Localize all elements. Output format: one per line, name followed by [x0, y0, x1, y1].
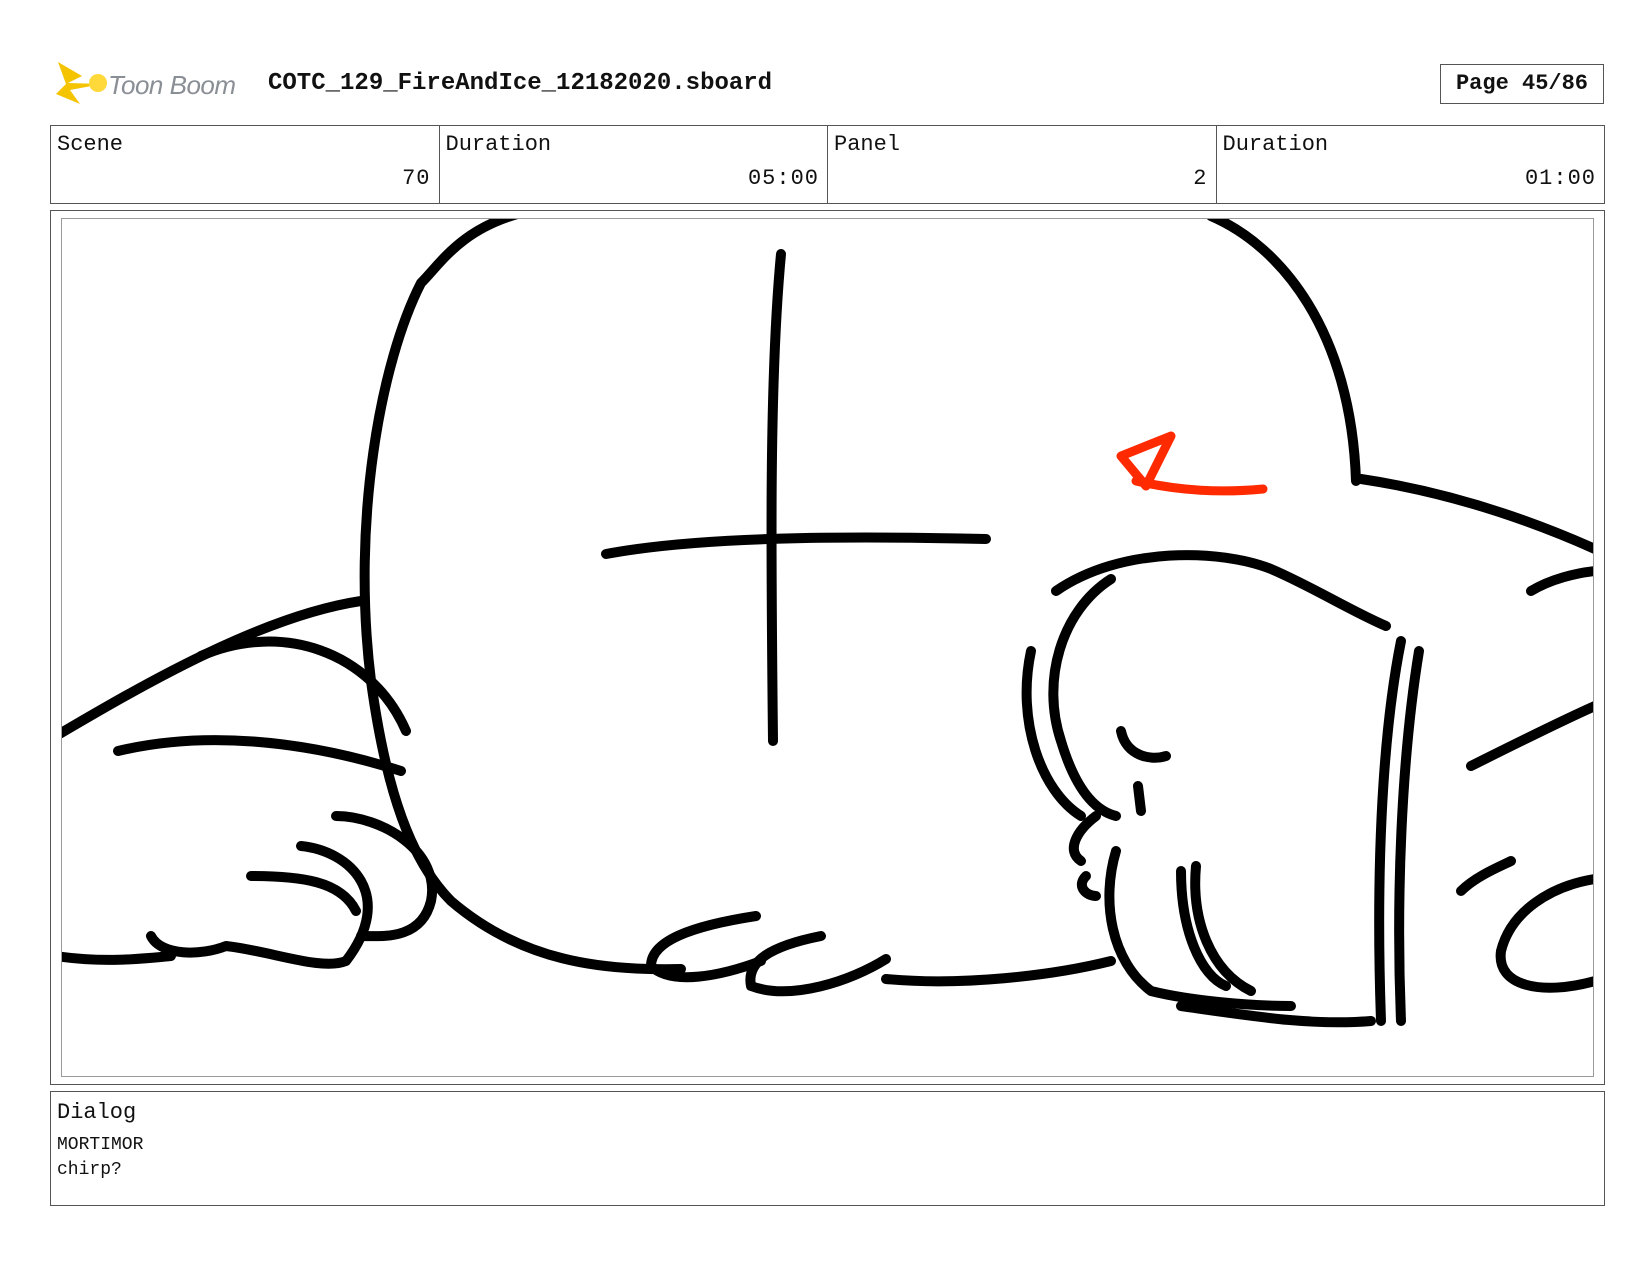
scene-cell: Scene 70	[51, 126, 440, 203]
scene-info-table: Scene 70 Duration 05:00 Panel 2 Duration…	[50, 125, 1605, 204]
page-indicator: Page 45/86	[1440, 64, 1604, 104]
panel-duration-label: Duration	[1222, 132, 1329, 157]
horizontal-guide	[601, 532, 991, 559]
scene-duration-label: Duration	[445, 132, 552, 157]
creature-cheek	[1133, 781, 1146, 816]
starburst-icon	[56, 62, 107, 104]
left-lump-curl-1	[331, 811, 438, 942]
left-lump-inner	[113, 735, 406, 776]
ground-left	[62, 951, 176, 965]
panel-cell: Panel 2	[828, 126, 1217, 203]
sketch-canvas	[62, 219, 1593, 1028]
annotation-arrow-head	[1116, 431, 1176, 491]
right-lump-curl	[1456, 856, 1516, 896]
right-lump-arc	[1526, 566, 1593, 596]
creature-back	[1048, 574, 1121, 821]
scene-duration-cell: Duration 05:00	[440, 126, 828, 203]
creature-head	[1051, 550, 1391, 631]
body-outline-top-right	[1207, 219, 1361, 486]
panel-duration-value: 01:00	[1524, 166, 1596, 191]
storyboard-drawing	[61, 218, 1594, 1077]
creature-beak	[1068, 811, 1101, 901]
body-outline-left	[359, 219, 686, 975]
dialog-speaker: MORTIMOR	[57, 1135, 144, 1155]
dialog-text: chirp?	[57, 1160, 122, 1180]
ground-line	[881, 956, 1116, 987]
scene-duration-value: 05:00	[747, 166, 819, 191]
dialog-box: Dialog MORTIMOR chirp?	[50, 1091, 1605, 1206]
panel-duration-cell: Duration 01:00	[1217, 126, 1605, 203]
right-lump-mid	[1466, 701, 1593, 771]
dialog-label: Dialog	[57, 1100, 137, 1125]
left-lump-upper	[62, 596, 366, 739]
file-name: COTC_129_FireAndIce_12182020.sboard	[268, 70, 773, 97]
creature-eye	[1116, 726, 1171, 763]
left-lump-curl-2	[146, 841, 373, 969]
toon-boom-logo: Toon Boom	[52, 56, 252, 110]
scene-value: 70	[402, 166, 431, 191]
annotation-arrow-tail	[1131, 476, 1268, 496]
panel-value: 2	[1193, 166, 1208, 191]
right-lump-top	[1356, 474, 1593, 554]
right-lump-loop	[1495, 874, 1593, 993]
logo-text: Toon Boom	[108, 70, 236, 100]
creature-wing-2	[1394, 646, 1424, 1026]
red-annotation	[1116, 431, 1268, 496]
scene-label: Scene	[57, 132, 124, 157]
panel-label: Panel	[834, 132, 901, 157]
vertical-guide	[766, 249, 786, 746]
bottom-tuft-2	[745, 931, 891, 997]
left-lump-curl-3	[246, 871, 361, 916]
